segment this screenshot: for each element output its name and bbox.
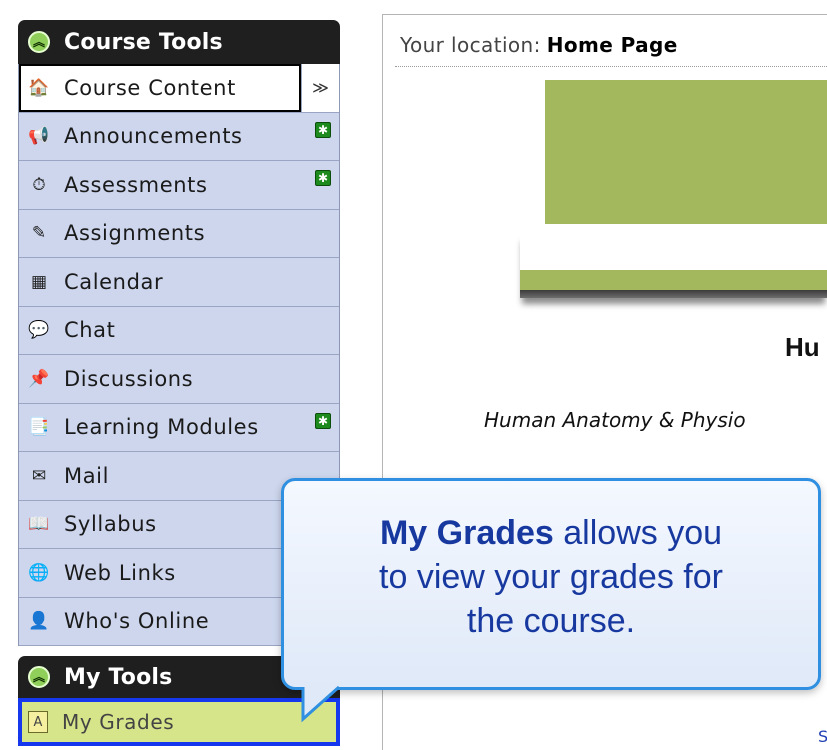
- nav-item-assessments[interactable]: ⏱ Assessments ✱: [19, 161, 339, 210]
- my-tools-title: My Tools: [64, 664, 173, 690]
- nav-item-label: Learning Modules: [64, 415, 259, 440]
- whos-online-icon: 👤: [28, 611, 50, 632]
- callout-pointer-shape: [301, 685, 340, 723]
- callout-line-1: My Grades allows you: [284, 511, 818, 555]
- breadcrumb-prefix: Your location:: [400, 33, 541, 57]
- callout-highlight: My Grades: [379, 514, 554, 552]
- collapse-chevron-icon[interactable]: ︽: [28, 31, 50, 53]
- nav-item-label: Syllabus: [64, 512, 157, 537]
- callout-text: My Grades allows you to view your grades…: [284, 511, 818, 643]
- assignment-icon: ✎: [31, 223, 47, 244]
- learning-modules-icon: 📑: [28, 417, 50, 438]
- collapse-menu-icon[interactable]: ≫: [301, 64, 339, 112]
- course-banner-image: [545, 80, 827, 224]
- course-banner-shadow: [520, 232, 827, 298]
- course-subtitle: Human Anatomy & Physio: [484, 408, 746, 432]
- assessment-icon: ⏱: [32, 174, 46, 195]
- web-links-icon: 🌐: [28, 562, 50, 583]
- nav-item-my-grades[interactable]: A My Grades: [18, 698, 340, 746]
- nav-item-label: Calendar: [64, 269, 164, 294]
- new-content-icon: ✱: [315, 412, 331, 429]
- grades-icon: A: [28, 711, 48, 733]
- breadcrumb-current-page: Home Page: [546, 33, 678, 57]
- new-content-icon: ✱: [315, 170, 331, 186]
- callout-line-1-rest: allows you: [553, 514, 723, 552]
- breadcrumb-divider: [395, 66, 827, 67]
- nav-item-label: Discussions: [64, 366, 194, 391]
- chat-icon: 💬: [28, 320, 50, 341]
- breadcrumb: Your location: Home Page: [400, 33, 678, 57]
- nav-item-label: Who's Online: [64, 609, 210, 634]
- nav-item-discussions[interactable]: 📌 Discussions: [19, 355, 339, 404]
- calendar-icon: ▦: [30, 271, 48, 292]
- nav-item-calendar[interactable]: ▦ Calendar: [19, 258, 339, 307]
- nav-item-label: Mail: [64, 463, 110, 488]
- nav-item-label: Web Links: [64, 560, 176, 585]
- selection-outline: [19, 64, 301, 112]
- syllabus-icon: 📖: [28, 514, 50, 535]
- nav-item-learning-modules[interactable]: 📑 Learning Modules ✱: [19, 404, 339, 452]
- megaphone-icon: 📢: [28, 126, 50, 147]
- course-title: Hu: [785, 332, 820, 362]
- callout-line-2: to view your grades for: [379, 558, 723, 596]
- nav-item-assignments[interactable]: ✎ Assignments: [19, 210, 339, 258]
- course-tools-header[interactable]: ︽ Course Tools: [18, 20, 340, 64]
- content-link[interactable]: S: [818, 727, 827, 746]
- nav-item-announcements[interactable]: 📢 Announcements ✱: [19, 113, 339, 161]
- callout-line-3: the course.: [466, 602, 636, 640]
- nav-item-label: My Grades: [62, 710, 175, 734]
- discussion-pin-icon: 📌: [28, 368, 50, 389]
- nav-item-label: Assessments: [64, 172, 208, 197]
- nav-item-label: Assignments: [64, 221, 206, 246]
- nav-item-course-content[interactable]: 🏠 Course Content ≫: [19, 64, 339, 113]
- mail-icon: ✉: [31, 465, 47, 486]
- new-content-icon: ✱: [315, 121, 331, 138]
- collapse-chevron-icon[interactable]: ︽: [28, 666, 50, 688]
- nav-item-label: Chat: [64, 318, 116, 343]
- course-tools-title: Course Tools: [64, 29, 223, 55]
- nav-item-label: Announcements: [64, 124, 243, 149]
- nav-item-chat[interactable]: 💬 Chat: [19, 307, 339, 355]
- help-callout: My Grades allows you to view your grades…: [281, 478, 821, 690]
